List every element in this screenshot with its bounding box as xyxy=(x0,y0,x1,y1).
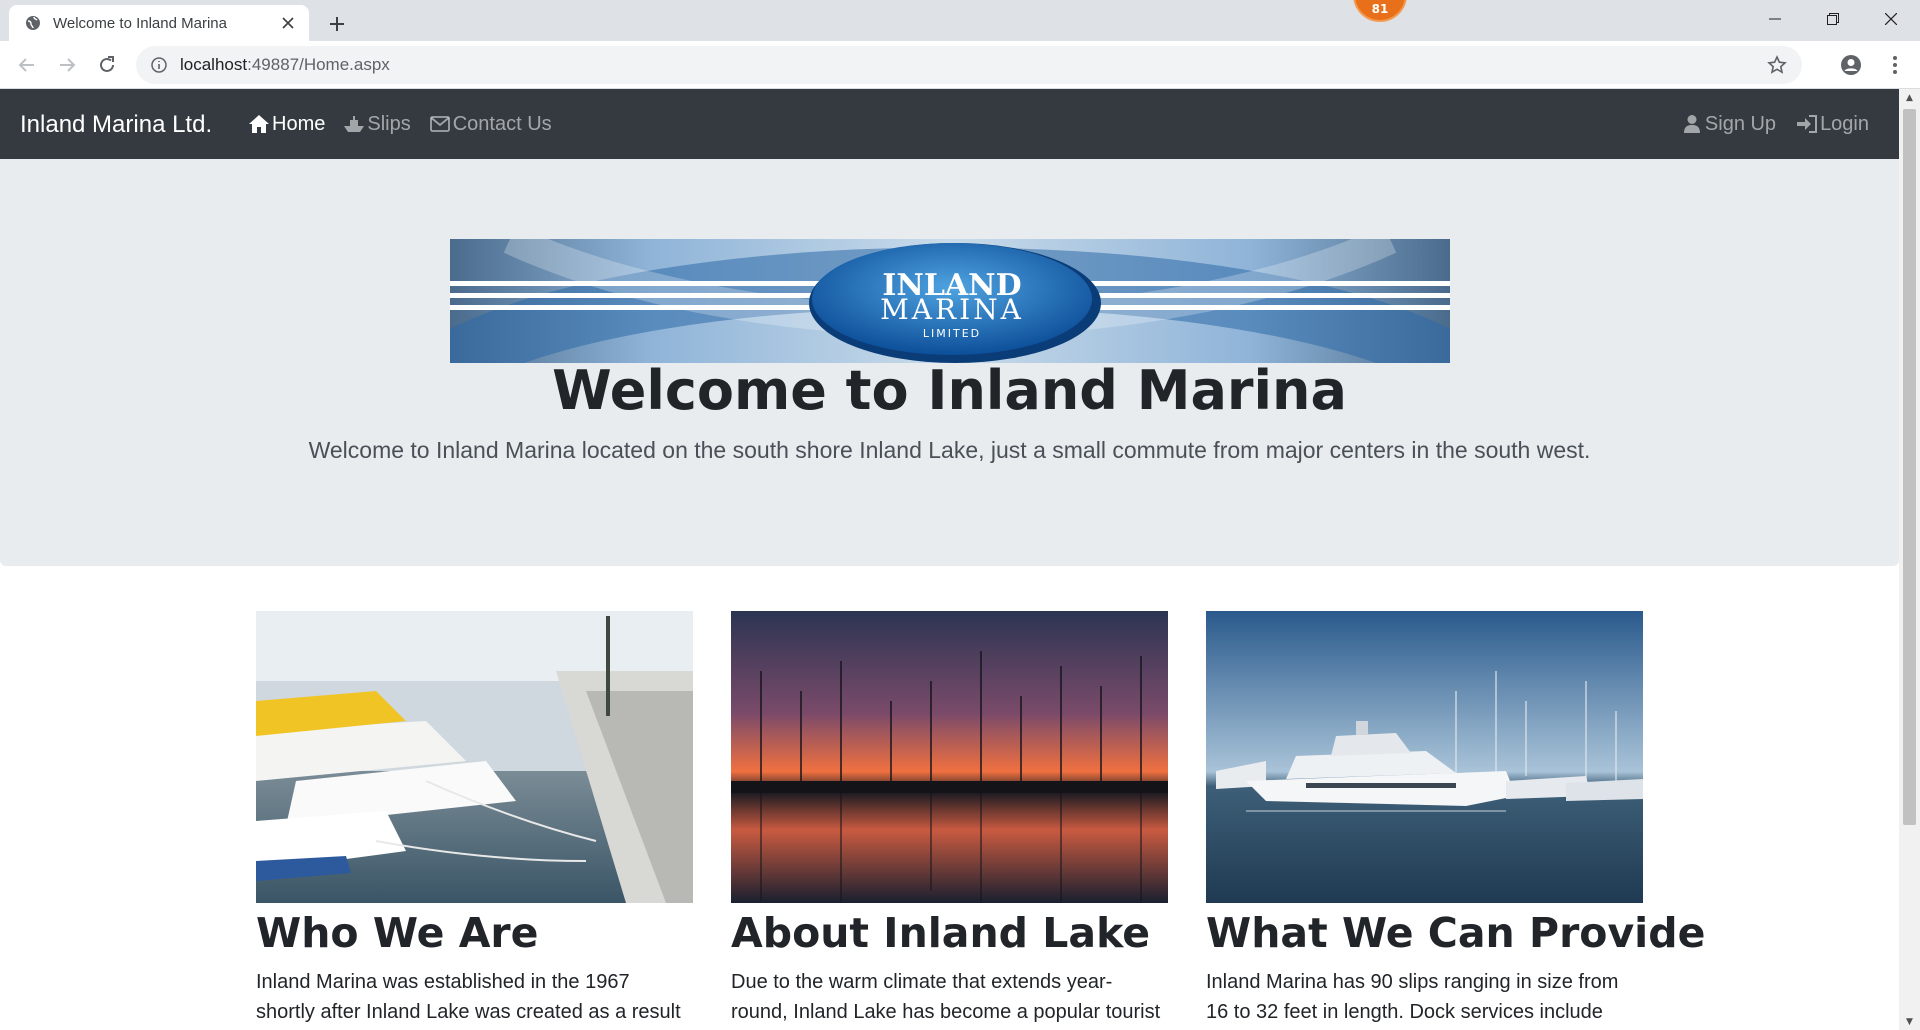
scroll-down-arrow-icon[interactable]: ▼ xyxy=(1899,1013,1920,1030)
nav-link-home[interactable]: Home xyxy=(248,113,325,136)
close-tab-icon[interactable] xyxy=(277,12,299,34)
tab-title: Welcome to Inland Marina xyxy=(53,14,227,32)
scroll-up-arrow-icon[interactable]: ▲ xyxy=(1899,89,1920,106)
info-icon[interactable] xyxy=(150,56,168,74)
hero-title: Welcome to Inland Marina xyxy=(552,359,1347,422)
logo-line3: LIMITED xyxy=(923,327,981,340)
forward-icon[interactable] xyxy=(52,50,82,80)
nav-link-signup[interactable]: Sign Up xyxy=(1681,113,1776,136)
url-text: localhost:49887/Home.aspx xyxy=(180,55,1762,75)
reload-icon[interactable] xyxy=(92,50,122,80)
new-tab-button[interactable] xyxy=(322,9,352,39)
card-title: Who We Are xyxy=(256,909,539,957)
nav-link-contact[interactable]: Contact Us xyxy=(429,113,552,136)
card-title: About Inland Lake xyxy=(731,909,1151,957)
profile-icon[interactable] xyxy=(1836,50,1866,80)
kebab-menu-icon[interactable] xyxy=(1880,50,1910,80)
navbar-links: Home Slips Contact Us xyxy=(248,89,570,159)
restore-icon[interactable] xyxy=(1804,0,1862,38)
nav-link-label: Slips xyxy=(367,112,411,135)
card-who-we-are: Who We Are Inland Marina was established… xyxy=(256,611,693,1023)
card-what-we-can-provide: What We Can Provide Inland Marina has 90… xyxy=(1206,611,1705,1023)
nav-link-label: Home xyxy=(272,112,326,135)
notification-badge[interactable]: 81 xyxy=(1353,0,1407,22)
browser-tabstrip: Welcome to Inland Marina 81 xyxy=(0,0,1920,41)
nav-link-slips[interactable]: Slips xyxy=(343,112,411,136)
home-icon xyxy=(248,113,270,135)
url-host: localhost xyxy=(180,55,248,74)
card-about-inland-lake: About Inland Lake Due to the warm climat… xyxy=(731,611,1168,1023)
nav-link-label: Contact Us xyxy=(452,112,552,135)
minimize-icon[interactable] xyxy=(1746,0,1804,38)
navbar-brand[interactable]: Inland Marina Ltd. xyxy=(20,111,212,139)
bookmark-star-icon[interactable] xyxy=(1762,50,1792,80)
navbar-right: Sign Up Login xyxy=(1661,89,1869,159)
hero-lead: Welcome to Inland Marina located on the … xyxy=(308,437,1591,463)
card-image-sunset-harbor xyxy=(731,611,1168,903)
ship-icon xyxy=(343,113,365,135)
browser-tab[interactable]: Welcome to Inland Marina xyxy=(9,5,309,41)
nav-link-label: Login xyxy=(1820,112,1869,135)
card-image-yacht xyxy=(1206,611,1643,903)
card-text: Inland Marina has 90 slips ranging in si… xyxy=(1206,971,1619,1023)
window-controls xyxy=(1746,0,1920,41)
site-navbar: Inland Marina Ltd. Home Slips Contact Us xyxy=(0,89,1899,159)
logo-line2: MARINA xyxy=(880,293,1024,326)
nav-link-login[interactable]: Login xyxy=(1796,113,1869,136)
marina-banner-logo: INLAND MARINA LIMITED xyxy=(450,239,1450,363)
user-icon xyxy=(1681,113,1703,135)
page-viewport: Inland Marina Ltd. Home Slips Contact Us xyxy=(0,89,1899,1030)
url-path: :49887/Home.aspx xyxy=(247,55,390,74)
card-image-boats-dock xyxy=(256,611,693,903)
back-icon[interactable] xyxy=(12,50,42,80)
globe-icon xyxy=(25,15,41,31)
envelope-icon xyxy=(429,113,451,135)
scrollbar-thumb[interactable] xyxy=(1903,109,1916,825)
sign-in-icon xyxy=(1796,113,1818,135)
browser-toolbar: localhost:49887/Home.aspx xyxy=(0,41,1920,89)
close-window-icon[interactable] xyxy=(1862,0,1920,38)
address-bar[interactable]: localhost:49887/Home.aspx xyxy=(136,46,1802,84)
page-scrollbar[interactable]: ▲ ▼ xyxy=(1899,89,1920,1030)
jumbotron: INLAND MARINA LIMITED Welcome to Inland … xyxy=(0,159,1899,566)
card-title: What We Can Provide xyxy=(1206,909,1706,957)
nav-link-label: Sign Up xyxy=(1704,112,1777,135)
card-text: Due to the warm climate that extends yea… xyxy=(731,971,1161,1023)
card-text: Inland Marina was established in the 196… xyxy=(256,971,681,1023)
